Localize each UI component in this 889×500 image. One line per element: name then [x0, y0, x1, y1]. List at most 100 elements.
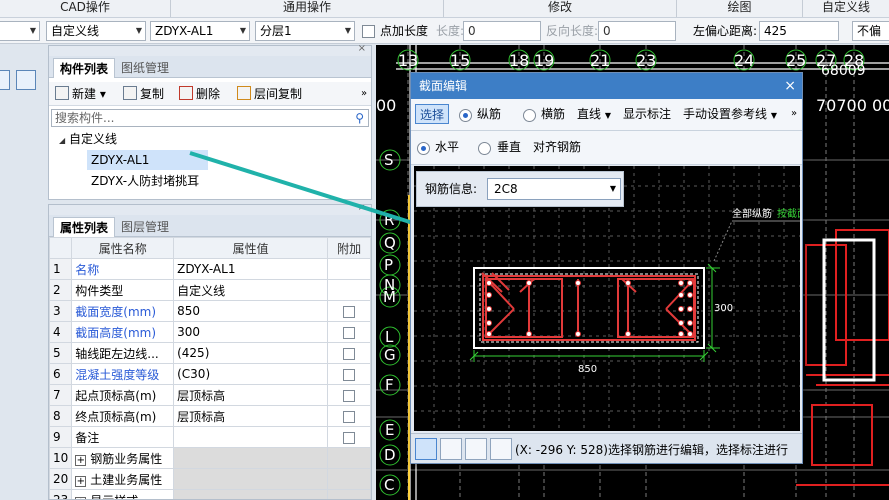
table-row[interactable]: 3 截面宽度(mm) 850	[49, 300, 371, 322]
property-extra[interactable]	[327, 405, 371, 427]
extra-checkbox[interactable]	[343, 326, 356, 339]
floor-select[interactable]: 分层1 ▼	[255, 21, 355, 41]
floor-copy-button[interactable]: 层间复制	[237, 84, 302, 104]
left-offset-input[interactable]: 425	[759, 21, 839, 41]
ortho-icon[interactable]	[415, 438, 437, 460]
extra-checkbox[interactable]	[343, 368, 356, 381]
dialog-toolbar-align: 水平 垂直 对齐钢筋	[411, 131, 802, 165]
snap-icon[interactable]	[440, 438, 462, 460]
table-row[interactable]: 6 混凝土强度等级 (C30)	[49, 363, 371, 385]
tab-component-list[interactable]: 构件列表	[53, 58, 116, 78]
extra-checkbox[interactable]	[343, 347, 356, 360]
table-row[interactable]: 5 轴线距左边线... (425)	[49, 342, 371, 364]
add-point-icon[interactable]	[490, 438, 512, 460]
table-row[interactable]: 7 起点顶标高(m) 层顶标高	[49, 384, 371, 406]
expand-icon[interactable]: +	[75, 454, 87, 466]
panel-close-icon[interactable]: ×	[358, 205, 366, 213]
table-row[interactable]: 10 + 钢筋业务属性	[49, 447, 371, 469]
align-rebar-button[interactable]: 对齐钢筋	[533, 137, 581, 157]
table-row[interactable]: 4 截面高度(mm) 300	[49, 321, 371, 343]
property-name: 截面宽度(mm)	[71, 300, 175, 322]
layout-icon[interactable]	[16, 70, 36, 90]
table-row[interactable]: 23+显示样式	[49, 489, 371, 499]
property-value[interactable]: 850	[173, 300, 329, 322]
more-icon[interactable]: »	[791, 104, 797, 124]
tree-root[interactable]: ◢ 自定义线	[59, 129, 117, 149]
component-select[interactable]: ZDYX-AL1 ▼	[150, 21, 250, 41]
property-value[interactable]: 300	[173, 321, 329, 343]
length-input[interactable]: 0	[463, 21, 541, 41]
property-value[interactable]: 层顶标高	[173, 384, 329, 406]
property-extra[interactable]	[327, 426, 371, 448]
vertical-radio[interactable]	[478, 142, 491, 155]
property-extra[interactable]	[327, 300, 371, 322]
property-extra[interactable]	[327, 363, 371, 385]
property-extra[interactable]	[327, 342, 371, 364]
grid-label-left: R	[384, 211, 394, 229]
extra-checkbox[interactable]	[343, 431, 356, 444]
tab-layer-management[interactable]: 图层管理	[115, 217, 175, 237]
row-number: 8	[49, 405, 73, 427]
property-value[interactable]: 自定义线	[173, 279, 329, 301]
tree-item-zdyx-al1[interactable]: ZDYX-AL1	[87, 150, 208, 170]
extra-checkbox[interactable]	[343, 410, 356, 423]
property-value[interactable]: (C30)	[173, 363, 329, 385]
long-bar-radio[interactable]	[459, 109, 472, 122]
section-canvas[interactable]: 全部纵筋 按截面	[414, 166, 800, 431]
property-value[interactable]	[173, 426, 329, 448]
offset-mode-select[interactable]: 不偏移	[852, 21, 889, 41]
table-row[interactable]: 2 构件类型 自定义线	[49, 279, 371, 301]
property-value[interactable]	[173, 468, 329, 490]
vertical-label: 垂直	[497, 140, 522, 154]
table-row[interactable]: 1 名称 ZDYX-AL1	[49, 258, 371, 280]
extra-checkbox[interactable]	[343, 305, 356, 318]
expand-icon[interactable]: +	[75, 475, 87, 487]
tree-item-zdyx-blast[interactable]: ZDYX-人防封堵挑耳	[87, 171, 199, 191]
close-icon[interactable]: ×	[784, 73, 796, 99]
table-row[interactable]: 20 + 土建业务属性	[49, 468, 371, 490]
add-length-label: 点加长度	[380, 24, 429, 38]
property-extra[interactable]	[327, 321, 371, 343]
select-button[interactable]: 选择	[415, 104, 450, 124]
tab-drawing-management[interactable]: 图纸管理	[115, 58, 175, 78]
property-value[interactable]	[173, 447, 329, 469]
copy-button[interactable]: 复制	[123, 84, 164, 104]
stirrup-radio[interactable]	[523, 109, 536, 122]
row-number: 23	[49, 489, 73, 499]
panel-close-icon[interactable]: ×	[358, 43, 366, 54]
add-length-checkbox[interactable]	[362, 25, 375, 38]
property-value[interactable]: 层顶标高	[173, 405, 329, 427]
component-toolbar: 新建 ▾ 复制 删除 层间复制 »	[49, 82, 371, 106]
ref-line-dropdown[interactable]: 手动设置参考线 ▼	[683, 104, 777, 124]
property-value[interactable]: ZDYX-AL1	[173, 258, 329, 280]
tab-property-list[interactable]: 属性列表	[53, 217, 116, 237]
property-name: 名称	[71, 258, 175, 280]
more-icon[interactable]: »	[361, 84, 367, 104]
new-button[interactable]: 新建 ▾	[55, 84, 106, 104]
line-mode-dropdown[interactable]: 直线 ▼	[577, 104, 611, 124]
grid-label-left: Q	[384, 234, 396, 252]
property-extra[interactable]	[327, 384, 371, 406]
dialog-title: 截面编辑 ×	[411, 73, 802, 99]
component-search-input[interactable]: 搜索构件... ⚲	[51, 109, 369, 127]
chevron-down-icon: ▼	[135, 26, 142, 35]
property-extra	[327, 279, 371, 301]
perpendicular-icon[interactable]	[465, 438, 487, 460]
chevron-down-icon: ▼	[604, 111, 611, 120]
rebar-info-input[interactable]: 2C8 ▼	[487, 178, 621, 200]
horizontal-radio[interactable]	[417, 142, 430, 155]
line-type-select[interactable]: 自定义线 ▼	[46, 21, 146, 41]
table-row[interactable]: 8 终点顶标高(m) 层顶标高	[49, 405, 371, 427]
reverse-length-input[interactable]: 0	[598, 21, 676, 41]
property-value[interactable]	[173, 489, 329, 499]
show-dim-button[interactable]: 显示标注	[623, 104, 671, 124]
list-view-icon[interactable]	[0, 70, 10, 90]
table-row[interactable]: 9 备注	[49, 426, 371, 448]
expand-icon[interactable]: +	[75, 496, 87, 499]
delete-button[interactable]: 删除	[179, 84, 220, 104]
extra-checkbox[interactable]	[343, 389, 356, 402]
combo-leftmost[interactable]: ▼	[0, 21, 40, 41]
property-value[interactable]: (425)	[173, 342, 329, 364]
dialog-toolbar-main: 选择 纵筋 横筋 直线 ▼ 显示标注 手动设置参考线 ▼ »	[411, 99, 802, 131]
property-extra	[327, 447, 371, 469]
